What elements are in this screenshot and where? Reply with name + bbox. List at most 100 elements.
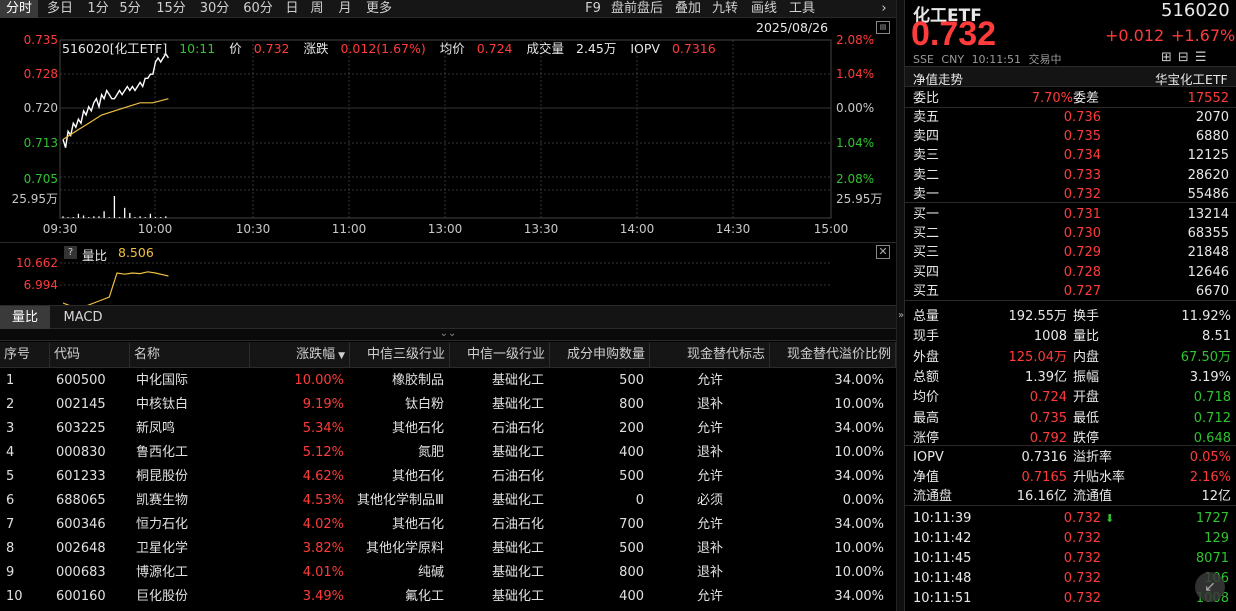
row-index: 7	[6, 517, 15, 532]
table-row[interactable]: 6 688065 凯赛生物 4.53% 其他化学制品Ⅲ 基础化工 0 必须 0.00%	[0, 489, 896, 513]
stat-value: 192.55万	[1008, 309, 1068, 324]
stock-name: 博源化工	[136, 565, 189, 580]
period-tab-1[interactable]: 多日	[42, 0, 78, 18]
period-tab-9[interactable]: 月	[334, 0, 356, 18]
stat-label: 升贴水率	[1073, 469, 1126, 485]
ask-row: 卖二 0.733 28620	[913, 166, 1233, 185]
intraday-chart[interactable]: 0.735 0.728 0.720 0.713 0.705 2.08% 1.04% 0.00%…	[0, 18, 896, 241]
stat2-row: IOPV 0.7316 溢折率 0.05%	[913, 448, 1233, 467]
period-tab-6[interactable]: 60分	[239, 0, 277, 18]
collapse-icon[interactable]: ⌄⌄	[440, 328, 457, 339]
minus-icon[interactable]: ⊟	[1178, 50, 1195, 65]
ask-price: 0.736	[1063, 110, 1101, 125]
table-row[interactable]: 10 600160 巨化股份 3.49% 氟化工 基础化工 400 允许 34.00%	[0, 585, 896, 609]
toolbar-btn-1[interactable]: 盘前盘后	[608, 0, 666, 18]
industry-l1: 基础化工	[491, 397, 544, 412]
panel-splitter[interactable]: ⌄⌄	[0, 329, 896, 341]
chart-avg: 0.724	[476, 41, 513, 56]
toolbar-btn-3[interactable]: 九转	[708, 0, 742, 18]
close-icon[interactable]: ✕	[876, 245, 890, 259]
help-icon[interactable]: ?	[64, 246, 77, 259]
panel-action-icons: ⊞⊟☰	[1161, 50, 1212, 65]
period-tab-5[interactable]: 30分	[196, 0, 233, 18]
stat-label: 现手	[913, 329, 940, 345]
chart-price: 0.732	[253, 41, 290, 56]
change-pct: 4.53%	[302, 493, 344, 508]
col-header-2[interactable]: 名称	[130, 342, 250, 368]
separator	[905, 445, 1236, 446]
period-tab-7[interactable]: 日	[283, 0, 301, 18]
col-header-label: 现金替代溢价比例	[786, 347, 891, 362]
tab-volume-ratio[interactable]: 量比	[0, 306, 50, 329]
stock-name: 凯赛生物	[136, 493, 189, 508]
table-row[interactable]: 9 000683 博源化工 4.01% 纯碱 基础化工 800 退补 10.00%	[0, 561, 896, 585]
stock-name: 中核钛白	[136, 397, 189, 412]
col-header-0[interactable]: 序号	[0, 342, 50, 368]
plus-icon[interactable]: ⊞	[1161, 50, 1178, 65]
creation-qty: 200	[619, 421, 644, 436]
ask-row: 卖一 0.732 55486	[913, 185, 1233, 204]
period-tab-4[interactable]: 15分	[152, 0, 190, 18]
stat-label: 净值	[913, 469, 940, 485]
sidebar-toggle[interactable]: »	[896, 0, 904, 611]
table-row[interactable]: 7 600346 恒力石化 4.02% 其他石化 石油石化 700 允许 34.00%	[0, 513, 896, 537]
col-header-3[interactable]: 涨跌幅 ▼	[250, 342, 350, 368]
industry-l3: 其他石化	[391, 517, 444, 532]
sort-desc-icon[interactable]: ▼	[338, 351, 345, 361]
period-tab-8[interactable]: 周	[306, 0, 328, 18]
toolbar-btn-4[interactable]: 画线	[748, 0, 780, 18]
col-header-8[interactable]: 现金替代溢价比例	[770, 342, 896, 368]
period-tab-3[interactable]: 5分	[114, 0, 146, 18]
creation-qty: 500	[619, 469, 644, 484]
cash-sub-flag: 退补	[696, 565, 723, 580]
y-tick-right: 0.00%	[836, 101, 874, 115]
stat-label: 流通盘	[913, 489, 953, 504]
col-header-5[interactable]: 中信一级行业	[450, 342, 550, 368]
tick-volume: 8071	[1195, 551, 1229, 566]
col-header-1[interactable]: 代码	[50, 342, 130, 368]
toolbar-btn-2[interactable]: 叠加	[672, 0, 704, 18]
quote-code: 516020	[1161, 0, 1230, 21]
separator	[905, 202, 1236, 203]
tick-price: 0.732	[1063, 571, 1101, 586]
stock-code: 002145	[56, 397, 106, 412]
col-header-4[interactable]: 中信三级行业	[350, 342, 450, 368]
change-pct: 4.62%	[302, 469, 344, 484]
weicha-label: 委差	[1073, 91, 1100, 106]
table-row[interactable]: 1 600500 中化国际 10.00% 橡胶制品 基础化工 500 允许 34.00%	[0, 369, 896, 393]
table-row[interactable]: 8 002648 卫星化学 3.82% 其他化学原料 基础化工 500 退补 10.00%	[0, 537, 896, 561]
col-header-label: 涨跌幅	[296, 347, 336, 362]
period-tab-0[interactable]: 分时	[0, 0, 38, 18]
bid-label: 买一	[913, 207, 940, 222]
period-tab-2[interactable]: 1分	[86, 0, 110, 18]
cash-sub-flag: 允许	[696, 421, 723, 436]
toolbar-btn-0[interactable]: F9	[583, 0, 603, 18]
stat-label: 均价	[913, 390, 940, 406]
y-tick-left: 0.713	[24, 136, 58, 150]
chevron-right-icon[interactable]: ›	[876, 0, 892, 18]
stat-value: 0.05%	[1189, 450, 1231, 465]
chart-settings-icon[interactable]: ▤	[876, 21, 890, 34]
ask-volume: 55486	[1187, 186, 1229, 202]
col-header-7[interactable]: 现金替代标志	[650, 342, 770, 368]
toolbar-btn-5[interactable]: 工具	[786, 0, 818, 18]
period-tab-10[interactable]: 更多	[362, 0, 396, 18]
table-row[interactable]: 3 603225 新凤鸣 5.34% 其他石化 石油石化 200 允许 34.00%	[0, 417, 896, 441]
stock-code: 600160	[56, 589, 106, 604]
x-tick: 14:00	[620, 222, 655, 236]
stat-value: 11.92%	[1181, 309, 1231, 324]
tab-macd[interactable]: MACD	[52, 306, 114, 329]
table-row[interactable]: 2 002145 中核钛白 9.19% 钛白粉 基础化工 800 退补 10.00%	[0, 393, 896, 417]
creation-qty: 700	[619, 517, 644, 532]
col-header-6[interactable]: 成分申购数量	[550, 342, 650, 368]
change-pct: 3.82%	[302, 541, 344, 556]
list-icon[interactable]: ☰	[1195, 50, 1213, 65]
ask-label: 卖四	[913, 129, 940, 145]
bid-label: 买二	[913, 226, 940, 242]
stat-value: 0.718	[1193, 390, 1231, 406]
trade-status: 交易中	[1028, 53, 1062, 66]
table-row[interactable]: 4 000830 鲁西化工 5.12% 氮肥 基础化工 400 退补 10.00%	[0, 441, 896, 465]
table-row[interactable]: 5 601233 桐昆股份 4.62% 其他石化 石油石化 500 允许 34.00%	[0, 465, 896, 489]
scroll-down-icon[interactable]: ↙	[1195, 572, 1225, 602]
stat-value: 0.712	[1193, 410, 1231, 426]
